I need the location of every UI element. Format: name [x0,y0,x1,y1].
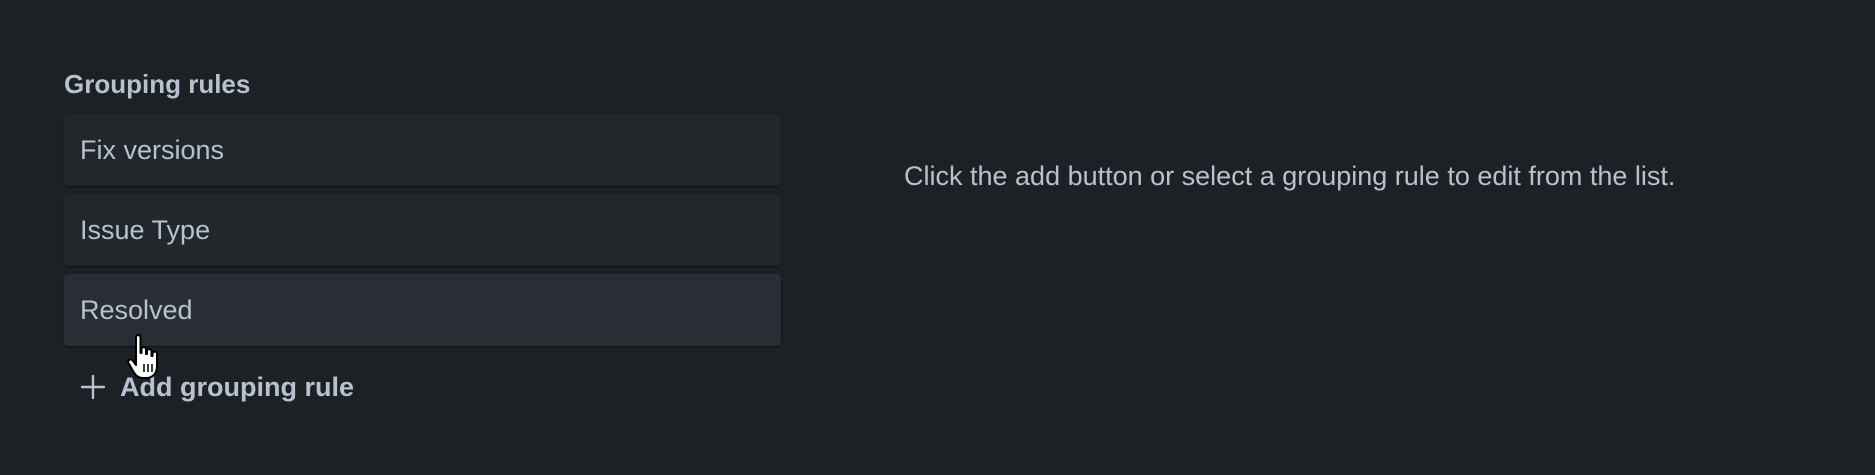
rule-item-resolved[interactable]: Resolved [64,274,781,346]
rule-item-fix-versions[interactable]: Fix versions [64,114,781,186]
grouping-rules-page: Grouping rules Fix versions Issue Type R… [0,0,1875,475]
section-title: Grouping rules [64,69,251,99]
rule-list: Fix versions Issue Type Resolved [64,114,781,346]
empty-state-message: Click the add button or select a groupin… [904,161,1676,191]
grouping-rules-panel: Grouping rules Fix versions Issue Type R… [64,68,781,406]
rule-item-issue-type[interactable]: Issue Type [64,194,781,266]
add-grouping-rule-label: Add grouping rule [120,371,354,402]
plus-icon [80,374,106,400]
add-grouping-rule-button[interactable]: Add grouping rule [64,368,781,406]
